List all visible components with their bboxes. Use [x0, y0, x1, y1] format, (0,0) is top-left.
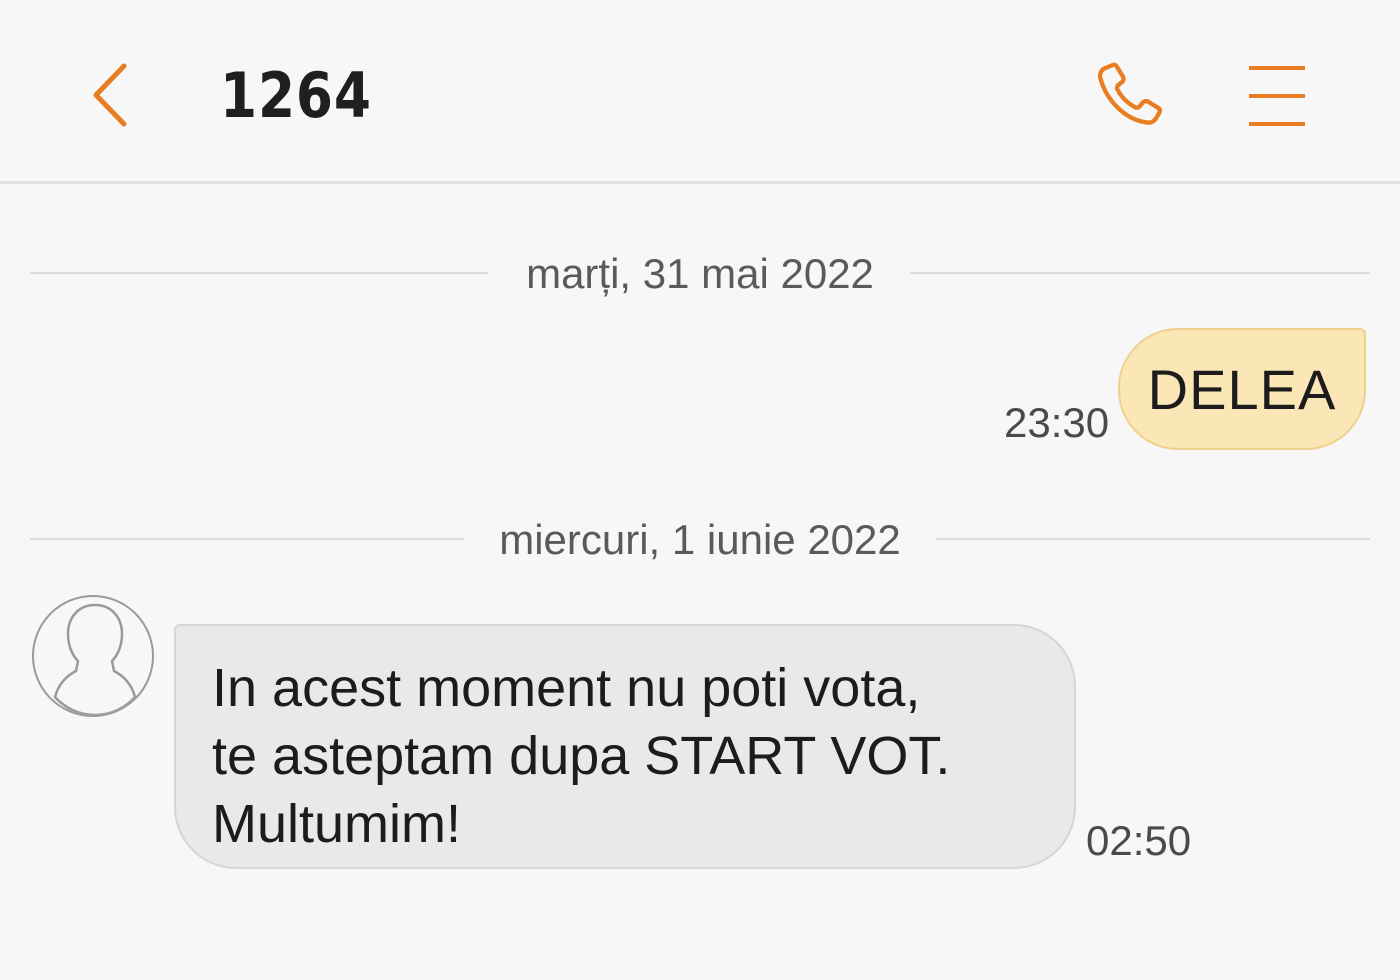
menu-button[interactable] [1232, 48, 1322, 144]
date-separator: miercuri, 1 iunie 2022 [30, 510, 1370, 570]
date-label: miercuri, 1 iunie 2022 [465, 516, 935, 563]
avatar[interactable] [32, 595, 154, 717]
message-time: 23:30 [1004, 399, 1110, 446]
thread-header: 1264 [0, 0, 1400, 184]
message-time: 02:50 [1086, 817, 1192, 864]
date-separator: marți, 31 mai 2022 [30, 244, 1370, 304]
date-label: marți, 31 mai 2022 [492, 250, 908, 297]
call-button[interactable] [1082, 48, 1178, 144]
message-text: DELEA [1147, 357, 1337, 421]
menu-icon [1249, 66, 1305, 126]
sent-message-bubble[interactable]: DELEA [1118, 328, 1366, 450]
back-button[interactable] [74, 52, 146, 138]
message-text: In acest moment nu poti vota, te astepta… [212, 658, 951, 854]
message-thread-screen: 1264 marți, 31 mai 2022 23:30 DELEA mier… [0, 0, 1400, 980]
person-icon [53, 603, 137, 715]
phone-icon [1097, 62, 1163, 125]
chevron-left-icon [93, 63, 127, 127]
contact-title: 1264 [220, 59, 372, 132]
received-message-bubble[interactable]: In acest moment nu poti vota, te astepta… [174, 624, 1076, 869]
